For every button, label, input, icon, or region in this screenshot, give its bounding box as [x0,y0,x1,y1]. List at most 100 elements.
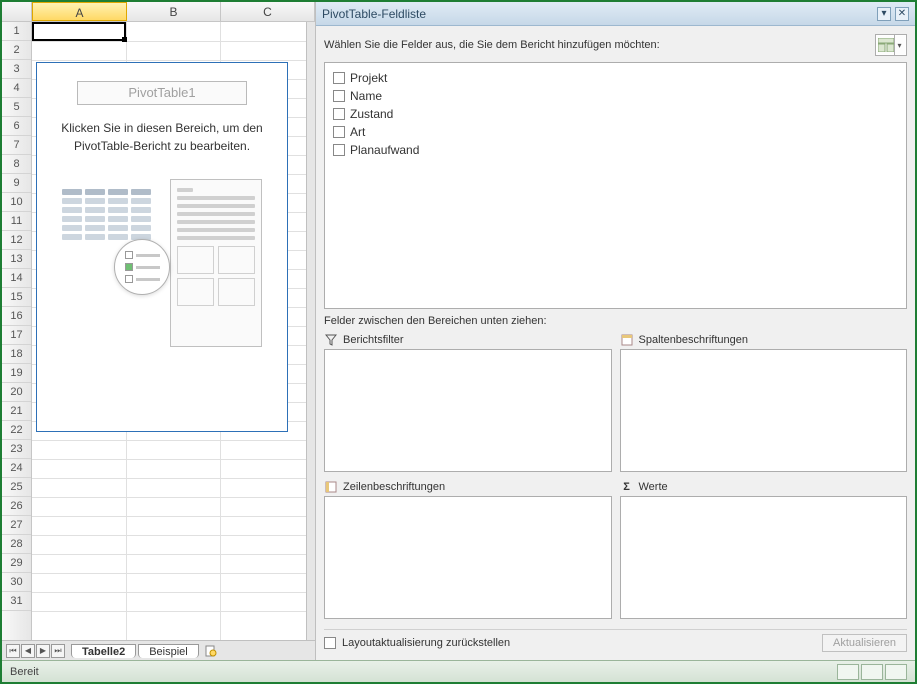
active-cell[interactable] [32,22,126,41]
row-header[interactable]: 13 [2,250,31,269]
panel-body: Wählen Sie die Felder aus, die Sie dem B… [316,26,915,660]
cells-canvas[interactable]: PivotTable1 Klicken Sie in diesen Bereic… [32,22,306,640]
row-header[interactable]: 19 [2,364,31,383]
sheet-nav-buttons: ⏮ ◀ ▶ ⏭ [6,644,66,658]
zone-values: Σ Werte [620,480,908,619]
drop-box[interactable] [620,349,908,472]
pivottable-hint: Klicken Sie in diesen Bereich, um den Pi… [43,119,281,155]
column-header-a[interactable]: A [32,2,127,21]
sheet-tabs-strip: ⏮ ◀ ▶ ⏭ Tabelle2 Beispiel [2,640,315,660]
select-all-corner[interactable] [2,2,32,21]
row-header[interactable]: 14 [2,269,31,288]
row-header[interactable]: 29 [2,554,31,573]
panel-dropdown-button[interactable]: ▾ [877,7,891,21]
field-list-panel: PivotTable-Feldliste ▾ ✕ Wählen Sie die … [316,2,915,660]
grid-body[interactable]: 1 2 3 4 5 6 7 8 9 10 11 12 13 14 15 16 1… [2,22,315,640]
field-item-zustand[interactable]: Zustand [333,105,898,123]
layout-options-button[interactable]: ▾ [875,34,907,56]
row-header[interactable]: 23 [2,440,31,459]
new-sheet-button[interactable] [204,644,218,658]
column-header-c[interactable]: C [221,2,315,21]
row-header[interactable]: 20 [2,383,31,402]
status-ready: Bereit [10,666,39,678]
row-header[interactable]: 30 [2,573,31,592]
row-header[interactable]: 21 [2,402,31,421]
panel-title: PivotTable-Feldliste [322,7,873,21]
row-header[interactable]: 15 [2,288,31,307]
sheet-tab-tabelle2[interactable]: Tabelle2 [71,644,136,658]
checkbox-icon[interactable] [333,90,345,102]
row-header[interactable]: 26 [2,497,31,516]
vertical-scrollbar[interactable] [306,22,315,640]
main-content: A B C 1 2 3 4 5 6 7 8 9 10 11 12 13 14 1… [2,2,915,660]
field-label: Projekt [350,71,387,85]
column-header-b[interactable]: B [127,2,221,21]
row-header[interactable]: 18 [2,345,31,364]
row-header[interactable]: 11 [2,212,31,231]
field-label: Planaufwand [350,143,419,157]
view-pagebreak-button[interactable] [885,664,907,680]
table-column-icon [620,333,634,347]
row-header[interactable]: 24 [2,459,31,478]
view-pagelayout-button[interactable] [861,664,883,680]
pivottable-title: PivotTable1 [77,81,247,105]
defer-layout-checkbox[interactable] [324,637,336,649]
fields-list[interactable]: Projekt Name Zustand Art Planaufwand [324,62,907,309]
drop-box[interactable] [324,349,612,472]
row-header[interactable]: 3 [2,60,31,79]
checkbox-icon[interactable] [333,108,345,120]
field-prompt: Wählen Sie die Felder aus, die Sie dem B… [324,39,875,51]
field-item-art[interactable]: Art [333,123,898,141]
zone-label: Berichtsfilter [343,334,404,346]
checkbox-icon[interactable] [333,126,345,138]
row-header[interactable]: 25 [2,478,31,497]
sheet-nav-prev[interactable]: ◀ [21,644,35,658]
chevron-down-icon: ▾ [894,35,904,55]
row-header[interactable]: 8 [2,155,31,174]
status-bar: Bereit [2,660,915,682]
field-label: Name [350,89,382,103]
row-header[interactable]: 1 [2,22,31,41]
row-header[interactable]: 12 [2,231,31,250]
zone-label: Spaltenbeschriftungen [639,334,748,346]
view-normal-button[interactable] [837,664,859,680]
update-button[interactable]: Aktualisieren [822,634,907,652]
panel-titlebar[interactable]: PivotTable-Feldliste ▾ ✕ [316,2,915,26]
areas-prompt: Felder zwischen den Bereichen unten zieh… [324,315,907,327]
panel-close-button[interactable]: ✕ [895,7,909,21]
drop-box[interactable] [620,496,908,619]
row-header[interactable]: 9 [2,174,31,193]
row-header[interactable]: 31 [2,592,31,611]
row-header[interactable]: 27 [2,516,31,535]
row-header[interactable]: 16 [2,307,31,326]
sheet-tab-beispiel[interactable]: Beispiel [138,644,199,658]
zone-label: Werte [639,481,668,493]
row-header[interactable]: 5 [2,98,31,117]
sheet-nav-first[interactable]: ⏮ [6,644,20,658]
field-item-planaufwand[interactable]: Planaufwand [333,141,898,159]
pivottable-placeholder[interactable]: PivotTable1 Klicken Sie in diesen Bereic… [36,62,288,432]
zone-label: Zeilenbeschriftungen [343,481,445,493]
sheet-nav-last[interactable]: ⏭ [51,644,65,658]
row-header[interactable]: 28 [2,535,31,554]
row-header[interactable]: 10 [2,193,31,212]
row-header[interactable]: 22 [2,421,31,440]
checkbox-icon[interactable] [333,144,345,156]
sigma-icon: Σ [620,480,634,494]
magnifier-icon [114,239,170,295]
sheet-nav-next[interactable]: ▶ [36,644,50,658]
row-header[interactable]: 4 [2,79,31,98]
row-header[interactable]: 17 [2,326,31,345]
row-header[interactable]: 2 [2,41,31,60]
row-header[interactable]: 7 [2,136,31,155]
defer-layout-label: Layoutaktualisierung zurückstellen [342,637,816,649]
field-item-name[interactable]: Name [333,87,898,105]
checkbox-icon[interactable] [333,72,345,84]
column-headers: A B C [2,2,315,22]
field-item-projekt[interactable]: Projekt [333,69,898,87]
report-doc-icon [170,179,262,347]
row-header[interactable]: 6 [2,117,31,136]
pivottable-illustration [62,179,262,349]
drop-box[interactable] [324,496,612,619]
field-label: Zustand [350,107,393,121]
